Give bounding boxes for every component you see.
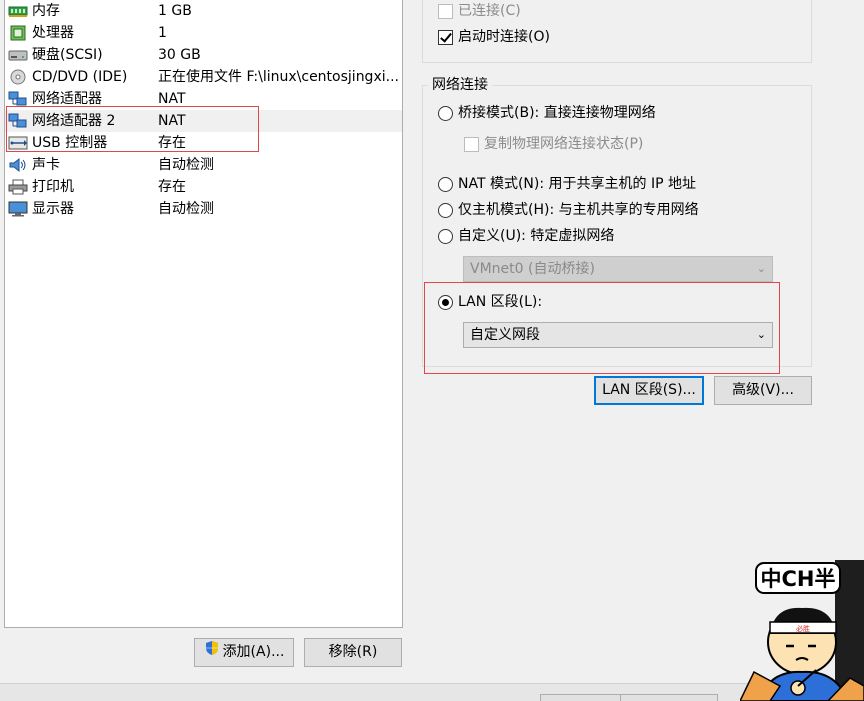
sticker-caption: 中CH半 [761,567,836,591]
device-name: 打印机 [32,179,74,195]
host-only-label: 仅主机模式(H): 与主机共享的专用网络 [458,202,699,218]
lan-segment-radio[interactable]: LAN 区段(L): [438,292,542,312]
nat-radio-circle[interactable] [438,176,453,192]
chevron-down-icon: ⌄ [756,262,766,275]
device-name: 显示器 [32,201,74,217]
device-summary: 30 GB [158,47,201,63]
device-name: 处理器 [32,25,74,41]
printer-icon [8,179,28,195]
device-name: 声卡 [32,157,60,173]
hard-disk-icon [8,47,28,63]
advanced-label: 高级(V)... [732,382,794,398]
device-row-cd-dvd[interactable]: CD/DVD (IDE) 正在使用文件 F:\linux\centosjingx… [5,66,402,88]
device-row-memory[interactable]: 内存 1 GB [5,0,402,22]
remove-device-button[interactable]: 移除(R) [304,638,402,667]
uac-shield-icon [204,639,220,666]
lan-segment-label: LAN 区段(L): [458,294,543,310]
cd-dvd-icon [8,69,28,85]
custom-network-radio-circle[interactable] [438,228,453,244]
device-name: 网络适配器 2 [32,113,116,129]
device-list[interactable]: 内存 1 GB 处理器 1 硬盘(SCSI) 30 GB CD/DVD (IDE… [4,0,403,628]
custom-network-label: 自定义(U): 特定虚拟网络 [458,228,615,244]
connect-at-power-on-label: 启动时连接(O) [458,29,550,45]
device-name: 网络适配器 [32,91,102,107]
footer-button-partial[interactable] [620,694,718,701]
memory-icon [8,3,28,19]
advanced-button[interactable]: 高级(V)... [714,376,812,405]
device-summary: 自动检测 [158,157,214,173]
device-row-processor[interactable]: 处理器 1 [5,22,402,44]
network-adapter-icon [8,91,28,107]
replicate-state-checkbox[interactable]: 复制物理网络连接状态(P) [464,134,643,154]
replicate-state-label: 复制物理网络连接状态(P) [484,136,644,152]
network-connection-legend: 网络连接 [428,76,492,94]
custom-network-radio[interactable]: 自定义(U): 特定虚拟网络 [438,226,614,246]
nat-radio[interactable]: NAT 模式(N): 用于共享主机的 IP 地址 [438,174,696,194]
device-summary: 1 GB [158,3,192,19]
bridged-radio[interactable]: 桥接模式(B): 直接连接物理网络 [438,103,656,123]
lan-segment-select[interactable]: 自定义网段 ⌄ [463,322,773,348]
device-name: 内存 [32,3,60,19]
device-row-display[interactable]: 显示器 自动检测 [5,198,402,220]
add-device-button[interactable]: 添加(A)... [194,638,294,667]
lan-segment-value: 自定义网段 [470,327,540,343]
connected-checkbox-box[interactable] [438,3,453,19]
device-row-hard-disk[interactable]: 硬盘(SCSI) 30 GB [5,44,402,66]
custom-network-value: VMnet0 (自动桥接) [470,261,595,277]
device-row-usb-controller[interactable]: USB 控制器 存在 [5,132,402,154]
device-summary: 自动检测 [158,201,214,217]
device-row-network-adapter[interactable]: 网络适配器 NAT [5,88,402,110]
device-summary: 1 [158,25,167,41]
network-adapter-icon [8,113,28,129]
dialog-footer [0,683,864,701]
sticker-headband: 必胜 [796,624,810,633]
device-row-sound-card[interactable]: 声卡 自动检测 [5,154,402,176]
lan-segments-label: LAN 区段(S)... [602,382,696,398]
sound-card-icon [8,157,28,173]
device-summary: NAT [158,91,186,107]
device-summary: 正在使用文件 F:\linux\centosjingxi... [158,69,399,85]
lan-segments-button[interactable]: LAN 区段(S)... [594,376,704,405]
device-row-printer[interactable]: 打印机 存在 [5,176,402,198]
remove-device-label: 移除(R) [328,644,378,660]
bridged-label: 桥接模式(B): 直接连接物理网络 [458,105,656,121]
replicate-state-checkbox-box[interactable] [464,136,479,152]
display-icon [8,201,28,217]
processor-icon [8,25,28,41]
connect-at-power-on-checkbox-box[interactable] [438,29,453,45]
cartoon-sticker: 中CH半 必胜 [739,560,864,701]
device-summary: NAT [158,113,186,129]
connected-label: 已连接(C) [458,3,521,19]
device-name: CD/DVD (IDE) [32,69,128,85]
device-summary: 存在 [158,179,186,195]
usb-icon [8,135,28,151]
nat-label: NAT 模式(N): 用于共享主机的 IP 地址 [458,176,696,192]
connect-at-power-on-checkbox[interactable]: 启动时连接(O) [438,27,550,47]
lan-segment-radio-circle[interactable] [438,294,453,310]
device-name: 硬盘(SCSI) [32,47,103,63]
custom-network-select[interactable]: VMnet0 (自动桥接) ⌄ [463,256,773,282]
host-only-radio[interactable]: 仅主机模式(H): 与主机共享的专用网络 [438,200,699,220]
device-name: USB 控制器 [32,135,108,151]
chevron-down-icon: ⌄ [756,328,766,341]
bridged-radio-circle[interactable] [438,105,453,121]
device-summary: 存在 [158,135,186,151]
host-only-radio-circle[interactable] [438,202,453,218]
device-row-network-adapter-2[interactable]: 网络适配器 2 NAT [5,110,402,132]
add-device-label: 添加(A)... [222,644,285,660]
connected-checkbox[interactable]: 已连接(C) [438,1,521,21]
